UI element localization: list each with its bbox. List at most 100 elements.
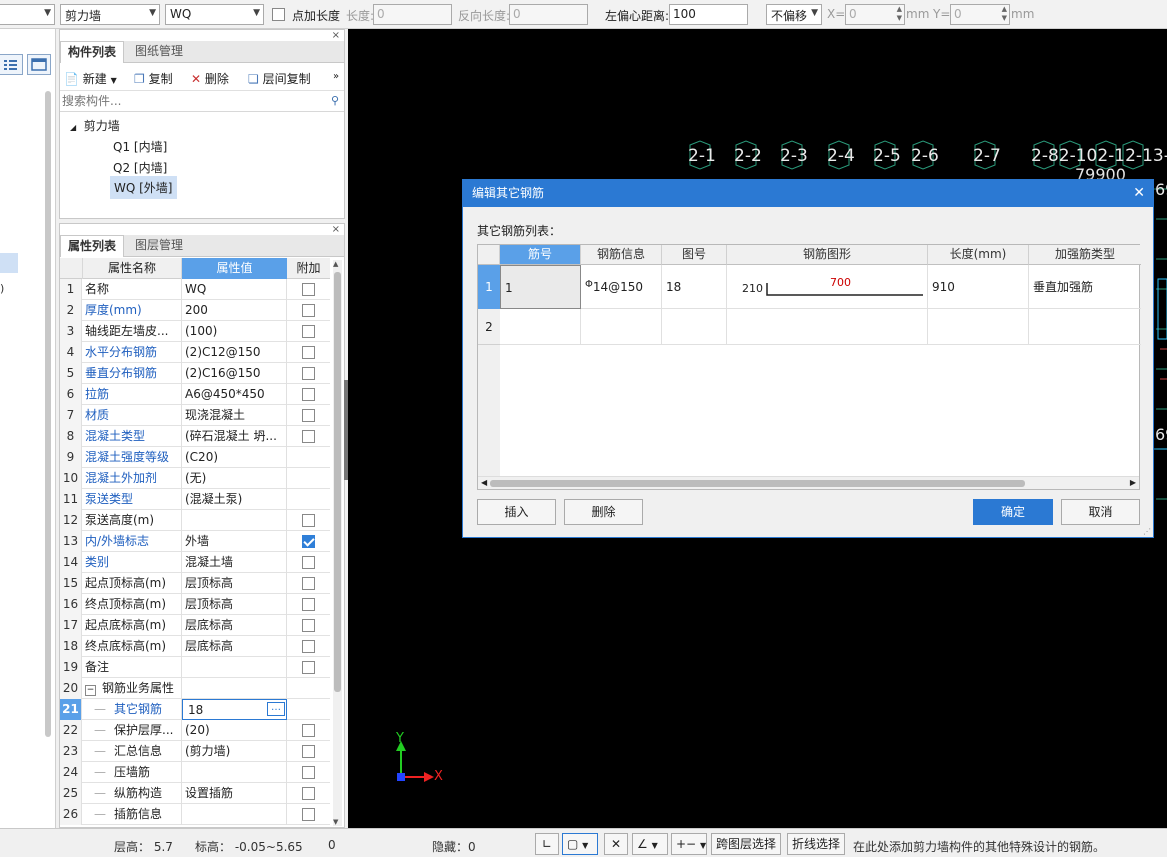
extra-checkbox[interactable] (302, 283, 315, 296)
extra-checkbox[interactable] (302, 325, 315, 338)
scroll-left-icon[interactable]: ◀ (481, 478, 487, 487)
offset-icon[interactable]: +− ▼ (671, 833, 707, 855)
spin-icon[interactable]: ▲ ▼ (1002, 5, 1007, 23)
extra-checkbox[interactable] (302, 619, 315, 632)
extra-checkbox[interactable] (302, 430, 315, 443)
more-icon[interactable]: » (333, 71, 339, 82)
extra-checkbox[interactable] (302, 367, 315, 380)
property-value[interactable]: (C20) (182, 447, 287, 468)
scroll-up-icon[interactable]: ▲ (333, 260, 338, 268)
collapse-icon[interactable]: ◢ (70, 123, 76, 132)
polyline-select-button[interactable]: 折线选择 (787, 833, 846, 855)
property-value[interactable] (182, 762, 287, 783)
property-row[interactable]: 17 起点底标高(m) 层底标高 (60, 615, 330, 636)
extra-checkbox[interactable] (302, 514, 315, 527)
extra-checkbox[interactable] (302, 808, 315, 821)
cell-shape[interactable]: 210 700 (727, 265, 928, 309)
search-icon[interactable]: ⚲ (331, 94, 339, 107)
ellipsis-button[interactable]: … (267, 702, 285, 716)
property-row[interactable]: 13 内/外墙标志 外墙 (60, 531, 330, 552)
collapse-icon[interactable]: − (85, 685, 96, 696)
property-value[interactable]: (混凝土泵) (182, 489, 287, 510)
tree-item-selected[interactable]: WQ [外墙] (110, 176, 177, 199)
property-row[interactable]: 6 拉筋 A6@450*450 (60, 384, 330, 405)
property-value[interactable]: (剪力墙) (182, 741, 287, 762)
property-value[interactable]: A6@450*450 (182, 384, 287, 405)
tab-layer-management[interactable]: 图层管理 (128, 235, 190, 257)
extra-checkbox[interactable] (302, 388, 315, 401)
x-input[interactable]: 0 ▲ ▼ (845, 4, 905, 25)
new-button[interactable]: 📄 新建 ▼ (64, 70, 117, 87)
row-index[interactable]: 2 (478, 309, 500, 345)
nav-scrollbar[interactable] (45, 91, 51, 737)
list-view-icon[interactable] (0, 54, 23, 75)
cell-fig-no[interactable]: 18 (662, 265, 727, 309)
property-value[interactable]: 层顶标高 (182, 573, 287, 594)
extra-checkbox[interactable] (302, 577, 315, 590)
property-value[interactable]: 现浇混凝土 (182, 405, 287, 426)
insert-button[interactable]: 插入 (477, 499, 556, 525)
property-value[interactable]: 层底标高 (182, 636, 287, 657)
cell-type[interactable]: 垂直加强筋 (1029, 265, 1141, 309)
property-row[interactable]: 22 — 保护层厚... (20) (60, 720, 330, 741)
property-value[interactable]: (无) (182, 468, 287, 489)
spin-icon[interactable]: ▲ ▼ (897, 5, 902, 23)
extra-checkbox[interactable] (302, 766, 315, 779)
tab-component-list[interactable]: 构件列表 (60, 41, 125, 63)
tree-item[interactable]: Q2 [内墙] (113, 159, 167, 176)
property-row[interactable]: 10 混凝土外加剂 (无) (60, 468, 330, 489)
angle-icon[interactable]: ∠ ▼ (632, 833, 668, 855)
extra-checkbox[interactable] (302, 556, 315, 569)
tab-drawing-management[interactable]: 图纸管理 (128, 41, 190, 63)
copy-button[interactable]: ❐ 复制 (134, 70, 173, 87)
y-input[interactable]: 0 ▲ ▼ (950, 4, 1010, 25)
tree-item[interactable]: Q1 [内墙] (113, 138, 167, 155)
property-row[interactable]: 5 垂直分布钢筋 (2)C16@150 (60, 363, 330, 384)
property-row[interactable]: 15 起点顶标高(m) 层顶标高 (60, 573, 330, 594)
col-bar-no[interactable]: 筋号 (500, 245, 581, 265)
property-value[interactable]: 外墙 (182, 531, 287, 552)
property-value[interactable] (182, 657, 287, 678)
col-type[interactable]: 加强筋类型 (1029, 245, 1141, 265)
property-row[interactable]: 7 材质 现浇混凝土 (60, 405, 330, 426)
ok-button[interactable]: 确定 (973, 499, 1053, 525)
property-row[interactable]: 23 — 汇总信息 (剪力墙) (60, 741, 330, 762)
cell-bar-info[interactable] (581, 309, 662, 345)
property-value[interactable] (182, 510, 287, 531)
property-value[interactable]: (2)C16@150 (182, 363, 287, 384)
property-row[interactable]: 25 — 纵筋构造 设置插筋 (60, 783, 330, 804)
property-row[interactable]: 1 名称 WQ (60, 279, 330, 300)
scroll-thumb[interactable] (334, 272, 341, 692)
property-value[interactable]: WQ (182, 279, 287, 300)
property-value[interactable]: (碎石混凝土 坍... (182, 426, 287, 447)
property-row[interactable]: 14 类别 混凝土墙 (60, 552, 330, 573)
close-icon[interactable]: × (332, 30, 340, 41)
property-value[interactable]: 层底标高 (182, 615, 287, 636)
extra-checkbox[interactable] (302, 640, 315, 653)
delete-row-button[interactable]: 删除 (564, 499, 643, 525)
extra-checkbox[interactable] (302, 409, 315, 422)
property-row[interactable]: 24 — 压墙筋 (60, 762, 330, 783)
property-row[interactable]: 9 混凝土强度等级 (C20) (60, 447, 330, 468)
resize-grip-icon[interactable]: ⋰ (1143, 527, 1151, 536)
cell-shape[interactable] (727, 309, 928, 345)
extra-checkbox[interactable] (302, 304, 315, 317)
property-value[interactable]: 设置插筋 (182, 783, 287, 804)
length-input[interactable]: 0 (373, 4, 452, 25)
cell-bar-info[interactable]: Φ14@150 (581, 265, 662, 309)
property-value[interactable]: (2)C12@150 (182, 342, 287, 363)
cross-icon[interactable]: ✕ (604, 833, 628, 855)
ortho-icon[interactable]: ∟ (535, 833, 559, 855)
hscroll-thumb[interactable] (490, 480, 1025, 487)
property-row[interactable]: 21— 其它钢筋 18… (60, 699, 330, 720)
delete-button[interactable]: ✕ 删除 (191, 70, 229, 87)
col-length[interactable]: 长度(mm) (928, 245, 1029, 265)
extra-checkbox[interactable] (302, 535, 315, 548)
cross-floor-select-button[interactable]: 跨图层选择 (711, 833, 782, 855)
component-search[interactable]: ⚲ (60, 92, 344, 112)
col-shape[interactable]: 钢筋图形 (727, 245, 928, 265)
property-row[interactable]: 2 厚度(mm) 200 (60, 300, 330, 321)
row-index[interactable]: 1 (478, 265, 500, 309)
extra-checkbox[interactable] (302, 598, 315, 611)
cell-fig-no[interactable] (662, 309, 727, 345)
